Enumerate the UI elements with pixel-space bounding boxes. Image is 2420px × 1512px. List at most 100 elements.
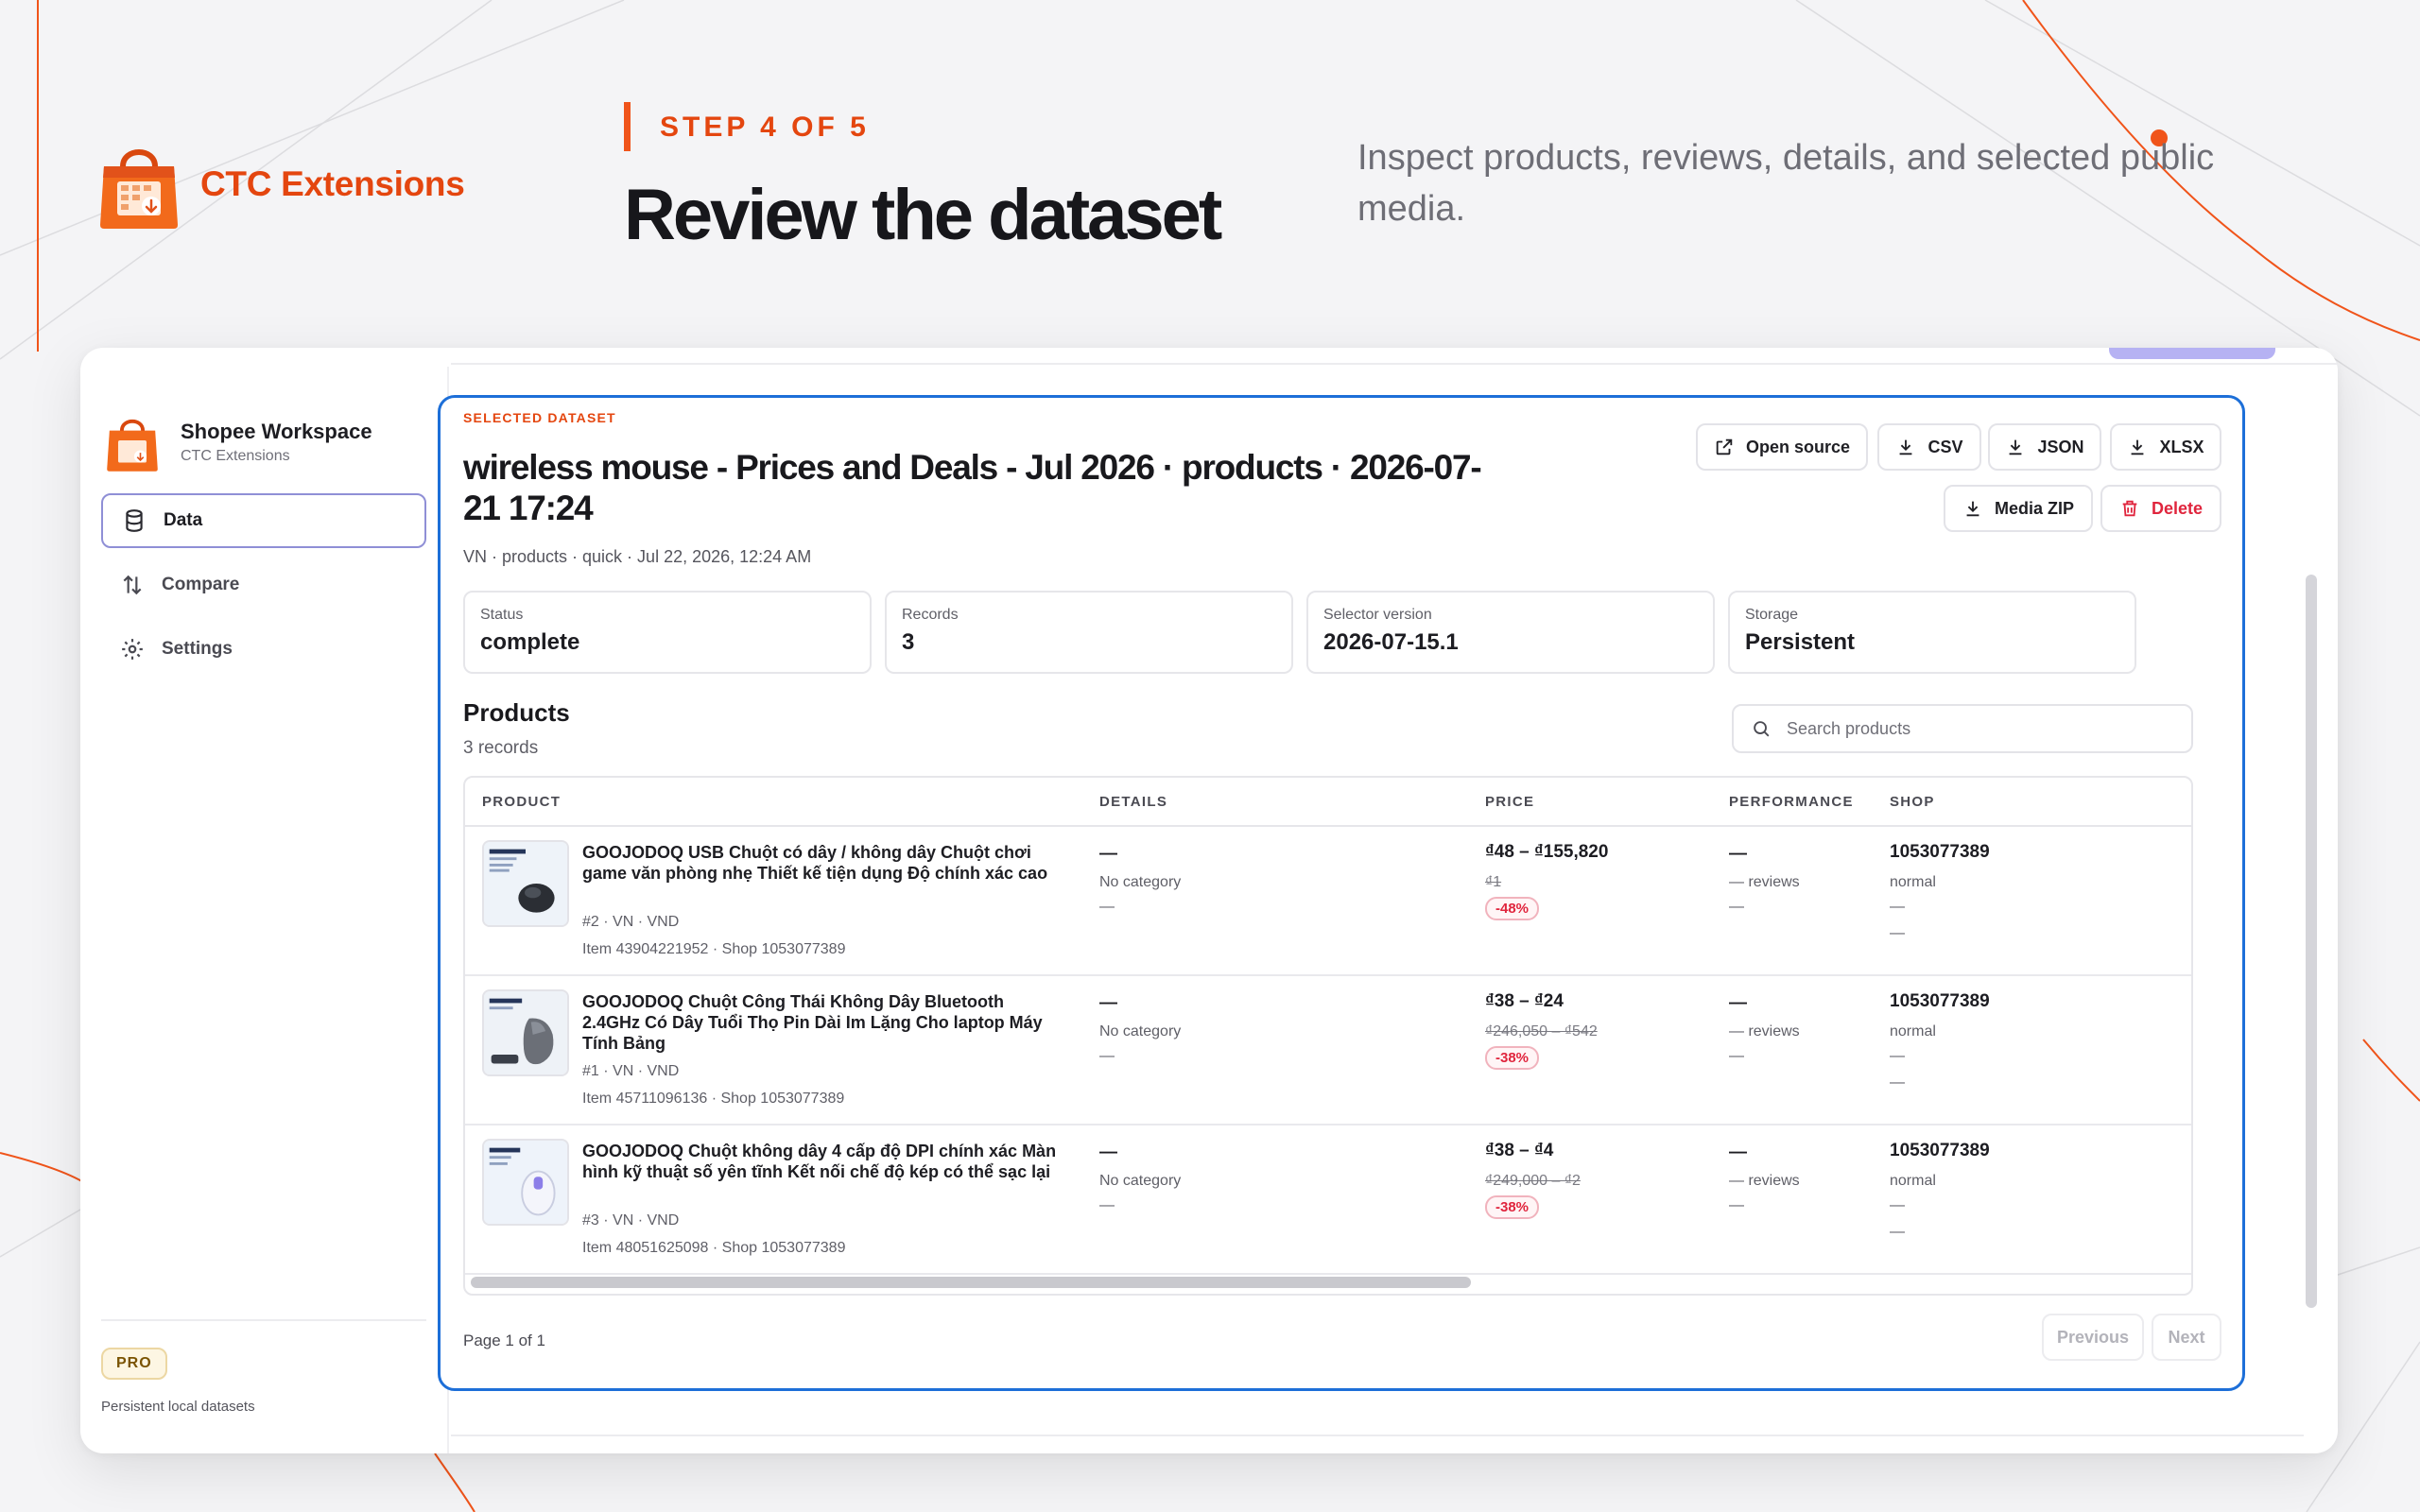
performance-reviews: — reviews — [1729, 1023, 1800, 1040]
trash-icon — [2122, 500, 2137, 517]
export-csv-button[interactable]: CSV — [1877, 423, 1981, 471]
details-main: — — [1099, 844, 1117, 864]
previous-card-edge — [451, 363, 2338, 365]
stat-records: Records 3 — [885, 591, 1293, 674]
download-icon — [1900, 439, 1912, 455]
product-rank: #1 · VN · VND — [582, 1063, 680, 1079]
compare-arrows-icon — [123, 575, 142, 595]
details-extra: — — [1099, 1197, 1115, 1213]
card-kicker: SELECTED DATASET — [463, 410, 616, 425]
discount-badge: -38% — [1485, 1195, 1540, 1219]
product-thumbnail[interactable] — [482, 1139, 569, 1226]
pagination-status: Page 1 of 1 — [463, 1332, 545, 1349]
sidebar-item-data[interactable]: Data — [101, 493, 426, 548]
brand-name: CTC Extensions — [200, 164, 465, 203]
page-title: Review the dataset — [624, 175, 1222, 255]
column-details[interactable]: DETAILS — [1099, 794, 1167, 810]
product-ids: Item 43904221952 · Shop 1053077389 — [582, 941, 846, 957]
workspace-bag-icon — [107, 419, 158, 472]
performance-extra: — — [1729, 1197, 1744, 1213]
open-source-button[interactable]: Open source — [1696, 423, 1868, 471]
page-subtitle: Inspect products, reviews, details, and … — [1357, 138, 2215, 229]
table-row[interactable]: GOOJODOQ Chuột Công Thái Không Dây Bluet… — [465, 976, 2191, 1125]
column-price[interactable]: PRICE — [1485, 794, 1534, 810]
discount-badge: -48% — [1485, 897, 1540, 920]
sidebar-item-label: Data — [164, 510, 203, 530]
product-name[interactable]: GOOJODOQ USB Chuột có dây / không dây Ch… — [582, 842, 1064, 884]
shop-extra: — — [1890, 1224, 1905, 1240]
product-thumbnail[interactable] — [482, 989, 569, 1076]
shop-type: normal — [1890, 1173, 1936, 1189]
performance-extra: — — [1729, 899, 1744, 915]
shop-type: normal — [1890, 874, 1936, 890]
delete-button[interactable]: Delete — [2100, 485, 2221, 532]
workspace-subtitle: CTC Extensions — [181, 448, 290, 464]
export-xlsx-button[interactable]: XLSX — [2110, 423, 2221, 471]
brand: CTC Extensions — [98, 138, 465, 231]
shop-extra: — — [1890, 1074, 1905, 1091]
details-category: No category — [1099, 874, 1182, 890]
products-table: PRODUCT DETAILS PRICE PERFORMANCE SHOP G… — [463, 776, 2193, 1296]
shop-id: 1053077389 — [1890, 1141, 1990, 1160]
export-json-button[interactable]: JSON — [1988, 423, 2101, 471]
product-name[interactable]: GOOJODOQ Chuột không dây 4 cấp độ DPI ch… — [582, 1141, 1064, 1182]
workspace-title: Shopee Workspace — [181, 420, 372, 443]
price-range: ₫38 – ₫4 — [1485, 1141, 1554, 1160]
stat-status: Status complete — [463, 591, 872, 674]
shopping-bag-calendar-icon — [100, 149, 178, 229]
previous-page-button[interactable]: Previous — [2042, 1314, 2144, 1361]
mouse-product-image — [484, 1141, 567, 1224]
vertical-scrollbar[interactable] — [2306, 575, 2317, 1308]
mouse-product-image — [484, 842, 567, 925]
table-row[interactable]: GOOJODOQ USB Chuột có dây / không dây Ch… — [465, 827, 2191, 976]
external-link-icon — [1716, 438, 1733, 455]
price-range: ₫38 – ₫24 — [1485, 991, 1564, 1011]
column-performance[interactable]: PERFORMANCE — [1729, 794, 1854, 810]
search-input[interactable] — [1787, 718, 2184, 739]
details-extra: — — [1099, 899, 1115, 915]
product-rank: #2 · VN · VND — [582, 914, 680, 930]
step-label: STEP 4 OF 5 — [660, 112, 870, 143]
price-original: ₫246,050 – ₫542 — [1485, 1023, 1598, 1040]
sidebar-item-settings[interactable]: Settings — [101, 622, 426, 677]
table-row[interactable]: GOOJODOQ Chuột không dây 4 cấp độ DPI ch… — [465, 1125, 2191, 1275]
workspace-header: Shopee Workspace CTC Extensions — [105, 412, 372, 472]
shop-type: normal — [1890, 1023, 1936, 1040]
mouse-product-image — [484, 991, 567, 1074]
sidebar-item-compare[interactable]: Compare — [101, 558, 426, 612]
shop-extra: — — [1890, 1048, 1905, 1064]
details-category: No category — [1099, 1173, 1182, 1189]
scrolled-element-edge — [2109, 348, 2275, 359]
next-card-edge — [451, 1435, 2304, 1436]
price-original: ₫1 — [1485, 874, 1502, 890]
price-original: ₫249,000 – ₫2 — [1485, 1173, 1581, 1189]
performance-main: — — [1729, 844, 1747, 864]
product-thumbnail[interactable] — [482, 840, 569, 927]
horizontal-scrollbar[interactable] — [471, 1277, 1471, 1288]
shop-extra: — — [1890, 899, 1905, 915]
sidebar-footer: PRO Persistent local datasets — [101, 1319, 426, 1415]
performance-main: — — [1729, 1143, 1747, 1162]
products-heading: Products — [463, 698, 570, 727]
column-product[interactable]: PRODUCT — [482, 794, 561, 810]
shop-id: 1053077389 — [1890, 991, 1990, 1011]
dataset-title: wireless mouse - Prices and Deals - Jul … — [463, 448, 1482, 527]
sidebar-note: Persistent local datasets — [101, 1399, 255, 1415]
details-main: — — [1099, 1143, 1117, 1162]
gear-icon — [122, 639, 143, 660]
next-page-button[interactable]: Next — [2152, 1314, 2221, 1361]
column-shop[interactable]: SHOP — [1890, 794, 1935, 810]
stat-selector-version: Selector version 2026-07-15.1 — [1306, 591, 1715, 674]
performance-extra: — — [1729, 1048, 1744, 1064]
details-extra: — — [1099, 1048, 1115, 1064]
search-products — [1732, 704, 2193, 753]
table-header: PRODUCT DETAILS PRICE PERFORMANCE SHOP — [465, 778, 2191, 827]
price-range: ₫48 – ₫155,820 — [1485, 842, 1609, 862]
sidebar-nav: Data Compare Settings — [101, 493, 426, 686]
download-icon — [1966, 501, 1979, 517]
stat-storage: Storage Persistent — [1728, 591, 2136, 674]
media-zip-button[interactable]: Media ZIP — [1944, 485, 2093, 532]
sidebar: Shopee Workspace CTC Extensions Data Com… — [80, 367, 449, 1453]
product-name[interactable]: GOOJODOQ Chuột Công Thái Không Dây Bluet… — [582, 991, 1064, 1054]
download-icon — [2132, 439, 2144, 455]
